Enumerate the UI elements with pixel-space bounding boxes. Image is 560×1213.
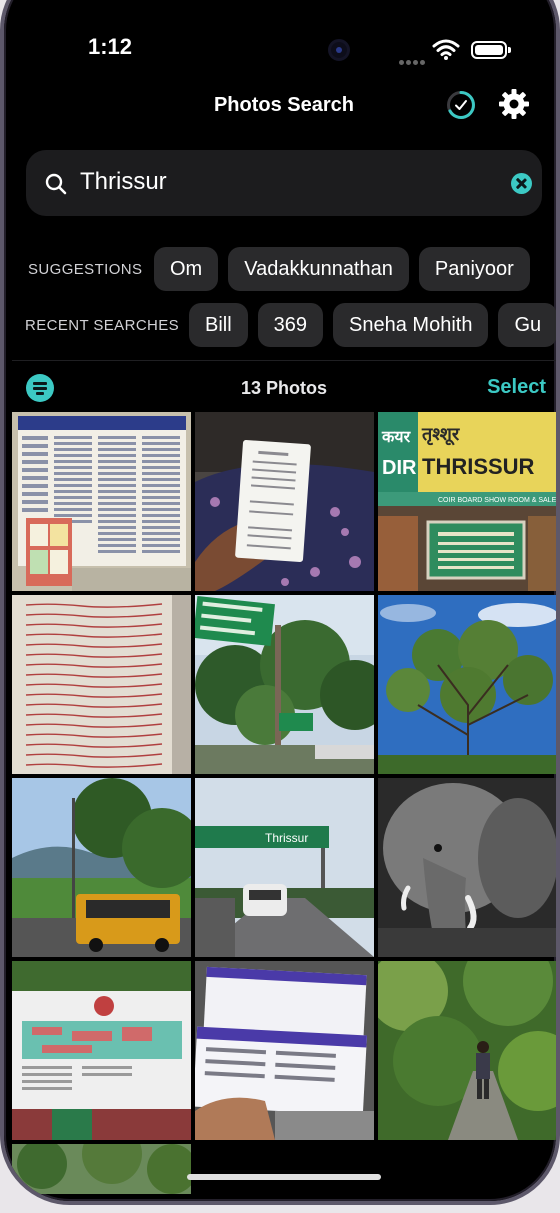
- nav-header: Photos Search: [4, 89, 556, 134]
- clear-search-icon[interactable]: [511, 173, 532, 194]
- search-icon: [45, 173, 67, 195]
- forest-path-person-image: [378, 961, 556, 1140]
- yellow-bus-road-image: [12, 778, 191, 957]
- photo-thumbnail[interactable]: [12, 778, 191, 957]
- recent-chip[interactable]: Bill: [189, 303, 248, 347]
- search-input[interactable]: Thrissur: [80, 168, 167, 196]
- photo-thumbnail[interactable]: [378, 595, 556, 774]
- suggestion-chips: Om Vadakkunnathan Paniyoor: [154, 247, 540, 291]
- cellular-signal-icon: [399, 52, 427, 70]
- suggestion-chip[interactable]: Om: [154, 247, 219, 291]
- recent-chips: Bill 369 Sneha Mohith Gu: [189, 303, 556, 347]
- svg-text:तृश्शूर: तृश्शूर: [421, 424, 460, 446]
- select-button[interactable]: Select: [487, 376, 546, 399]
- temple-notice-board-image: [12, 412, 191, 591]
- suggestion-chip[interactable]: Paniyoor: [418, 247, 530, 291]
- highway-sign-text: Thrissur: [265, 831, 308, 845]
- photo-thumbnail[interactable]: [12, 412, 191, 591]
- trees-partial-image: [12, 1144, 191, 1194]
- receipt-in-hand-image: [195, 412, 374, 591]
- results-bar: 13 Photos Select: [4, 368, 556, 408]
- photo-thumbnail[interactable]: [12, 595, 191, 774]
- suggestion-chip[interactable]: Vadakkunnathan: [228, 247, 409, 291]
- home-indicator[interactable]: [187, 1174, 381, 1180]
- photo-thumbnail[interactable]: [195, 961, 374, 1140]
- recent-chip[interactable]: Gu: [498, 303, 556, 347]
- recent-searches-label: RECENT SEARCHES: [25, 317, 180, 334]
- highway-sign-trees-image: [195, 595, 374, 774]
- photo-thumbnail[interactable]: [378, 961, 556, 1140]
- svg-text:DIR: DIR: [382, 457, 417, 479]
- elephant-bw-image: [378, 778, 556, 957]
- search-bar[interactable]: Thrissur: [26, 150, 542, 216]
- recent-chip[interactable]: Sneha Mohith: [333, 303, 489, 347]
- thrissur-sign-text: THRISSUR: [422, 454, 535, 479]
- front-camera-icon: [328, 39, 350, 61]
- photo-count: 13 Photos: [240, 378, 328, 398]
- tree-blue-sky-image: [378, 595, 556, 774]
- status-bar: 1:12: [4, 4, 556, 65]
- photo-thumbnail[interactable]: [195, 412, 374, 591]
- photo-thumbnail[interactable]: Thrissur: [195, 778, 374, 957]
- thrissur-signboard-image: कयर DIR तृश्शूर THRISSUR COIR BOARD SHOW…: [378, 412, 557, 591]
- phone-frame: 1:12 Photos Search Thrissur SUGGESTIONS …: [0, 0, 560, 1205]
- settings-gear-icon[interactable]: [498, 88, 530, 120]
- battery-icon: [471, 41, 511, 59]
- photo-thumbnail[interactable]: [12, 961, 191, 1140]
- photo-thumbnail[interactable]: [12, 1144, 191, 1194]
- suggestions-row: SUGGESTIONS Om Vadakkunnathan Paniyoor: [4, 247, 556, 291]
- museum-map-board-image: [12, 961, 191, 1140]
- page-title: Photos Search: [213, 94, 355, 116]
- photo-thumbnail[interactable]: [378, 778, 556, 957]
- status-time: 1:12: [88, 34, 133, 59]
- photo-thumbnail[interactable]: [195, 595, 374, 774]
- boarding-passes-image: [195, 961, 374, 1140]
- handwritten-notes-image: [12, 595, 191, 774]
- svg-text:COIR BOARD SHOW ROOM & SALES: COIR BOARD SHOW ROOM & SALES: [438, 497, 557, 504]
- recent-chip[interactable]: 369: [257, 303, 324, 347]
- wifi-icon: [432, 39, 460, 60]
- thrissur-highway-sign-image: Thrissur: [195, 778, 374, 957]
- indexing-progress-icon[interactable]: [446, 90, 476, 120]
- recent-searches-row: RECENT SEARCHES Bill 369 Sneha Mohith Gu: [4, 303, 556, 347]
- divider: [12, 360, 556, 361]
- svg-text:कयर: कयर: [381, 429, 412, 446]
- suggestions-label: SUGGESTIONS: [28, 261, 143, 278]
- photo-thumbnail[interactable]: कयर DIR तृश्शूर THRISSUR COIR BOARD SHOW…: [378, 412, 557, 591]
